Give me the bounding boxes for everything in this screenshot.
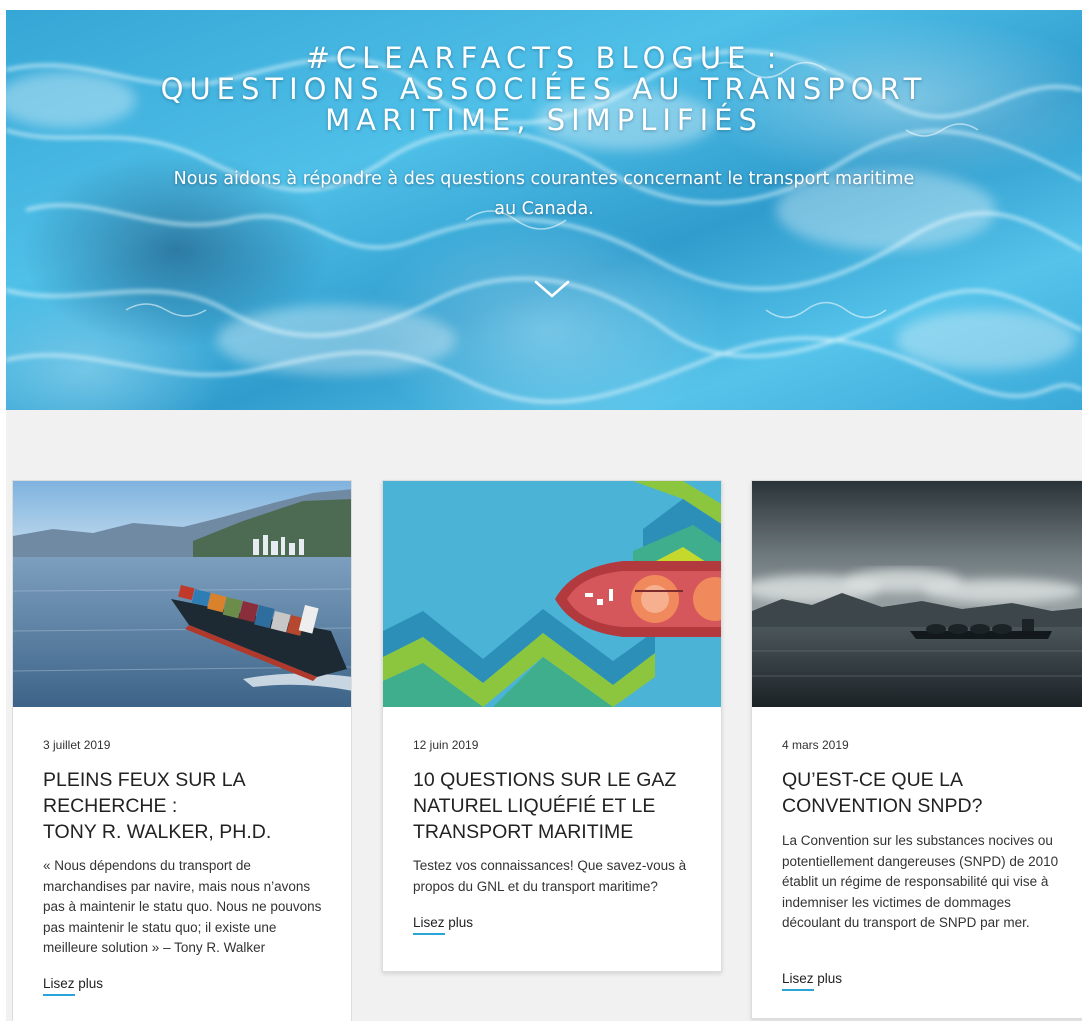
post-title-line-1: PLEINS FEUX SUR LA	[43, 769, 246, 791]
read-more-link[interactable]: Lisez plus	[782, 971, 842, 991]
post-title[interactable]: QU’EST-CE QUE LA CONVENTION SNPD?	[782, 767, 1072, 819]
blog-card: 4 mars 2019 QU’EST-CE QUE LA CONVENTION …	[751, 480, 1082, 1019]
read-more-link-word-2: plus	[78, 976, 104, 991]
hero-title: #CLEARFACTS BLOGUE : QUESTIONS ASSOCIÉES…	[6, 43, 1082, 136]
hero-title-line-1: #CLEARFACTS BLOGUE :	[305, 41, 783, 75]
post-excerpt: Testez vos connaissances! Que savez-vous…	[413, 858, 687, 894]
post-title-line-2: NATUREL LIQUÉFIÉ ET LE	[413, 795, 656, 817]
post-date: 3 juillet 2019	[43, 738, 111, 752]
post-excerpt: La Convention sur les substances nocives…	[782, 833, 1059, 930]
hero-title-line-2: QUESTIONS ASSOCIÉES AU TRANSPORT	[160, 72, 928, 106]
post-title-line-3: TRANSPORT MARITIME	[413, 821, 634, 843]
post-title-line-1: QU’EST-CE QUE LA	[782, 769, 963, 791]
post-title-line-1: 10 QUESTIONS SUR LE GAZ	[413, 769, 677, 791]
container-ship-image[interactable]	[13, 481, 351, 707]
post-date: 4 mars 2019	[782, 738, 849, 752]
post-title[interactable]: PLEINS FEUX SUR LA RECHERCHE : TONY R. W…	[43, 767, 333, 845]
post-title-line-2: RECHERCHE :	[43, 795, 178, 817]
post-excerpt: « Nous dépendons du transport de marchan…	[43, 858, 322, 955]
read-more-link-word-1: Lisez	[413, 915, 445, 935]
post-title[interactable]: 10 QUESTIONS SUR LE GAZ NATUREL LIQUÉFIÉ…	[413, 767, 703, 845]
read-more-link-word-2: plus	[817, 971, 843, 986]
hero-banner: #CLEARFACTS BLOGUE : QUESTIONS ASSOCIÉES…	[6, 10, 1082, 410]
lng-tanker-illustration[interactable]	[383, 481, 721, 707]
read-more-link-word-1: Lisez	[782, 971, 814, 991]
post-title-line-2: CONVENTION SNPD?	[782, 795, 983, 817]
post-date: 12 juin 2019	[413, 738, 479, 752]
read-more-link[interactable]: Lisez plus	[43, 976, 103, 996]
read-more-link[interactable]: Lisez plus	[413, 915, 473, 935]
page: #CLEARFACTS BLOGUE : QUESTIONS ASSOCIÉES…	[0, 0, 1082, 1021]
tanker-at-sea-image[interactable]	[752, 481, 1082, 707]
scroll-down-button[interactable]	[530, 272, 574, 308]
read-more-link-word-1: Lisez	[43, 976, 75, 996]
chevron-down-icon	[534, 280, 570, 298]
blog-post-list: 3 juillet 2019 PLEINS FEUX SUR LA RECHER…	[6, 410, 1082, 1021]
blog-card: 3 juillet 2019 PLEINS FEUX SUR LA RECHER…	[12, 480, 352, 1021]
blog-card: 12 juin 2019 10 QUESTIONS SUR LE GAZ NAT…	[382, 480, 722, 972]
hero-title-line-3: MARITIME, SIMPLIFIÉS	[325, 103, 763, 137]
post-title-line-3: TONY R. WALKER, PH.D.	[43, 821, 272, 843]
read-more-link-word-2: plus	[448, 915, 474, 930]
hero-subtitle: Nous aidons à répondre à des questions c…	[173, 169, 915, 219]
